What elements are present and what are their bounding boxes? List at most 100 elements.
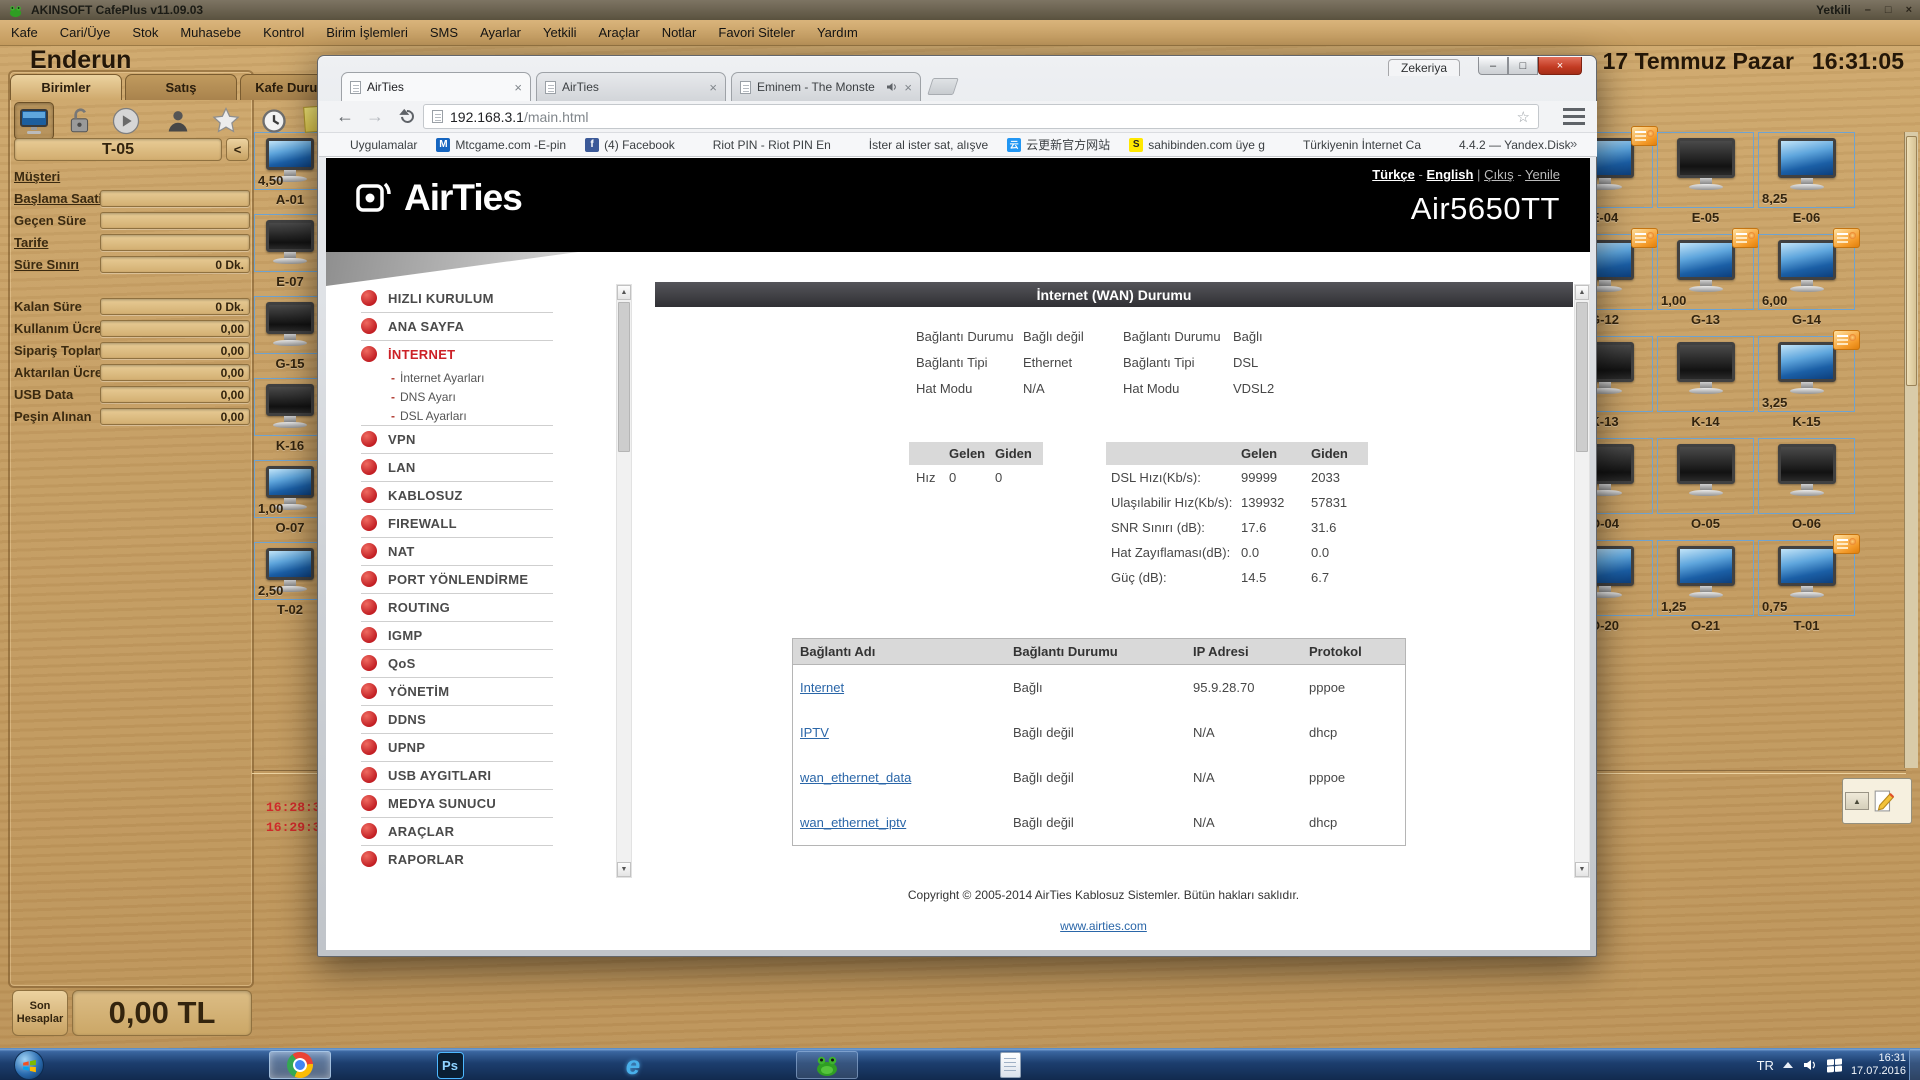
field-value[interactable]: 0,00 bbox=[100, 386, 250, 403]
taskbar-document-button[interactable] bbox=[979, 1051, 1041, 1079]
unit-cell-box[interactable] bbox=[254, 214, 326, 272]
nav-item[interactable]: İNTERNET bbox=[334, 340, 614, 368]
menu-item[interactable]: Yetkili bbox=[532, 25, 587, 40]
nav-item[interactable]: KABLOSUZ bbox=[334, 481, 614, 509]
timer-button[interactable] bbox=[254, 102, 294, 140]
scroll-down-arrow[interactable]: ▼ bbox=[617, 862, 631, 877]
field-label[interactable]: Tarife bbox=[14, 235, 48, 250]
unit-cell[interactable]: 1,25 O-21 bbox=[1655, 540, 1756, 642]
forward-button[interactable]: → bbox=[361, 103, 389, 130]
menu-item[interactable]: Stok bbox=[121, 25, 169, 40]
unit-cell[interactable]: 3,25 K-15 bbox=[1756, 336, 1857, 438]
nav-item[interactable]: VPN bbox=[334, 425, 614, 453]
unit-cell-box[interactable]: 0,75 bbox=[1758, 540, 1855, 616]
taskbar-chrome-button[interactable] bbox=[269, 1051, 331, 1079]
grid-scrollbar-thumb[interactable] bbox=[1906, 136, 1917, 386]
nav-item[interactable]: ROUTING bbox=[334, 593, 614, 621]
nav-item[interactable]: IGMP bbox=[334, 621, 614, 649]
window-restore-button[interactable]: □ bbox=[1508, 57, 1538, 75]
nav-item[interactable]: USB AYGITLARI bbox=[334, 761, 614, 789]
unit-cell-box[interactable] bbox=[1657, 336, 1754, 412]
nav-item[interactable]: ARAÇLAR bbox=[334, 817, 614, 845]
lang-english-link[interactable]: English bbox=[1426, 167, 1473, 182]
browser-menu-icon[interactable] bbox=[1563, 108, 1585, 125]
field-label[interactable]: Geçen Süre bbox=[14, 213, 86, 228]
window-close-button[interactable]: × bbox=[1538, 57, 1582, 75]
bookmark-item[interactable]: Türkiyenin İnternet Ca bbox=[1284, 138, 1421, 152]
unit-cell-box[interactable]: 8,25 bbox=[1758, 132, 1855, 208]
menu-item[interactable]: Birim İşlemleri bbox=[315, 25, 419, 40]
field-label[interactable]: USB Data bbox=[14, 387, 73, 402]
app-close-button[interactable]: × bbox=[1906, 4, 1912, 16]
unit-cell-box[interactable] bbox=[254, 378, 326, 436]
unit-cell-box[interactable] bbox=[1758, 438, 1855, 514]
browser-tab[interactable]: AirTies × bbox=[341, 72, 531, 101]
unit-cell-box[interactable]: 1,00 bbox=[1657, 234, 1754, 310]
reload-button[interactable] bbox=[393, 103, 421, 130]
units-view-button[interactable] bbox=[14, 102, 54, 140]
nav-item[interactable]: FIREWALL bbox=[334, 509, 614, 537]
unit-cell[interactable]: E-05 bbox=[1655, 132, 1756, 234]
menu-item[interactable]: SMS bbox=[419, 25, 469, 40]
customer-button[interactable] bbox=[158, 102, 198, 140]
tray-expand-icon[interactable] bbox=[1783, 1062, 1793, 1068]
collapse-panel-button[interactable]: < bbox=[226, 138, 249, 161]
favorites-button[interactable] bbox=[206, 102, 246, 140]
unit-cell-box[interactable] bbox=[1657, 438, 1754, 514]
menu-frame-scrollbar[interactable]: ▲ ▼ bbox=[616, 284, 632, 878]
connection-name-link[interactable]: wan_ethernet_iptv bbox=[800, 815, 906, 830]
tab-close-icon[interactable]: × bbox=[904, 80, 912, 95]
field-value[interactable]: 0 Dk. bbox=[100, 298, 250, 315]
volume-icon[interactable] bbox=[1802, 1057, 1818, 1073]
unit-cell[interactable]: 0,75 T-01 bbox=[1756, 540, 1857, 642]
connection-name-link[interactable]: Internet bbox=[800, 680, 844, 695]
menu-item[interactable]: Cari/Üye bbox=[49, 25, 122, 40]
bookmark-item[interactable]: Riot PIN - Riot PIN En bbox=[694, 138, 831, 152]
unit-cell-box[interactable]: 1,00 bbox=[254, 460, 326, 518]
field-label[interactable]: Başlama Saati bbox=[14, 191, 102, 206]
taskbar-ie-button[interactable]: e bbox=[602, 1051, 664, 1079]
nav-item[interactable]: YÖNETİM bbox=[334, 677, 614, 705]
bookmark-item[interactable]: İster al ister sat, alışve bbox=[850, 138, 988, 152]
nav-item[interactable]: ANA SAYFA bbox=[334, 312, 614, 340]
field-label[interactable]: Kalan Süre bbox=[14, 299, 82, 314]
nav-item[interactable]: PORT YÖNLENDİRME bbox=[334, 565, 614, 593]
field-label[interactable]: Süre Sınırı bbox=[14, 257, 79, 272]
app-restore-button[interactable]: □ bbox=[1885, 4, 1892, 16]
scrollbar-thumb[interactable] bbox=[1576, 302, 1588, 452]
taskbar-photoshop-button[interactable]: Ps bbox=[419, 1051, 481, 1079]
bookmark-item[interactable]: f (4) Facebook bbox=[585, 138, 675, 152]
tab-close-icon[interactable]: × bbox=[514, 80, 522, 95]
nav-item[interactable]: RAPORLAR bbox=[334, 845, 614, 873]
address-bar[interactable]: 192.168.3.1/main.html ☆ bbox=[423, 104, 1539, 129]
connection-name-link[interactable]: wan_ethernet_data bbox=[800, 770, 911, 785]
nav-item[interactable]: DDNS bbox=[334, 705, 614, 733]
menu-item[interactable]: Ayarlar bbox=[469, 25, 532, 40]
app-minimize-button[interactable]: – bbox=[1865, 4, 1871, 16]
new-tab-button[interactable] bbox=[927, 78, 959, 95]
browser-profile-button[interactable]: Zekeriya bbox=[1388, 59, 1460, 76]
taskbar-cafeplus-button[interactable] bbox=[796, 1051, 858, 1079]
unit-cell[interactable]: 1,00 G-13 bbox=[1655, 234, 1756, 336]
menu-item[interactable]: Araçlar bbox=[588, 25, 651, 40]
nav-item[interactable]: HIZLI KURULUM bbox=[334, 284, 614, 312]
unit-cell[interactable]: O-05 bbox=[1655, 438, 1756, 540]
field-label[interactable]: Kullanım Ücreti bbox=[14, 321, 109, 336]
cafeplus-tab[interactable]: Satış bbox=[125, 74, 237, 100]
refresh-link[interactable]: Yenile bbox=[1525, 167, 1560, 182]
last-accounts-button[interactable]: Son Hesaplar bbox=[12, 990, 68, 1036]
scroll-up-button[interactable]: ▲ bbox=[1845, 792, 1869, 810]
action-center-flag-icon[interactable] bbox=[1827, 1058, 1842, 1072]
scroll-down-arrow[interactable]: ▼ bbox=[1575, 862, 1589, 877]
field-value[interactable] bbox=[100, 212, 250, 229]
connection-name-link[interactable]: IPTV bbox=[800, 725, 829, 740]
start-button[interactable] bbox=[14, 1050, 44, 1080]
window-minimize-button[interactable]: – bbox=[1478, 57, 1508, 75]
grid-scrollbar[interactable] bbox=[1904, 132, 1918, 768]
unit-cell-box[interactable] bbox=[254, 296, 326, 354]
scrollbar-thumb[interactable] bbox=[618, 302, 630, 452]
menu-item[interactable]: Kontrol bbox=[252, 25, 315, 40]
airties-website-link[interactable]: www.airties.com bbox=[1060, 919, 1147, 933]
bookmark-star-icon[interactable]: ☆ bbox=[1517, 108, 1530, 126]
scroll-up-arrow[interactable]: ▲ bbox=[617, 285, 631, 300]
